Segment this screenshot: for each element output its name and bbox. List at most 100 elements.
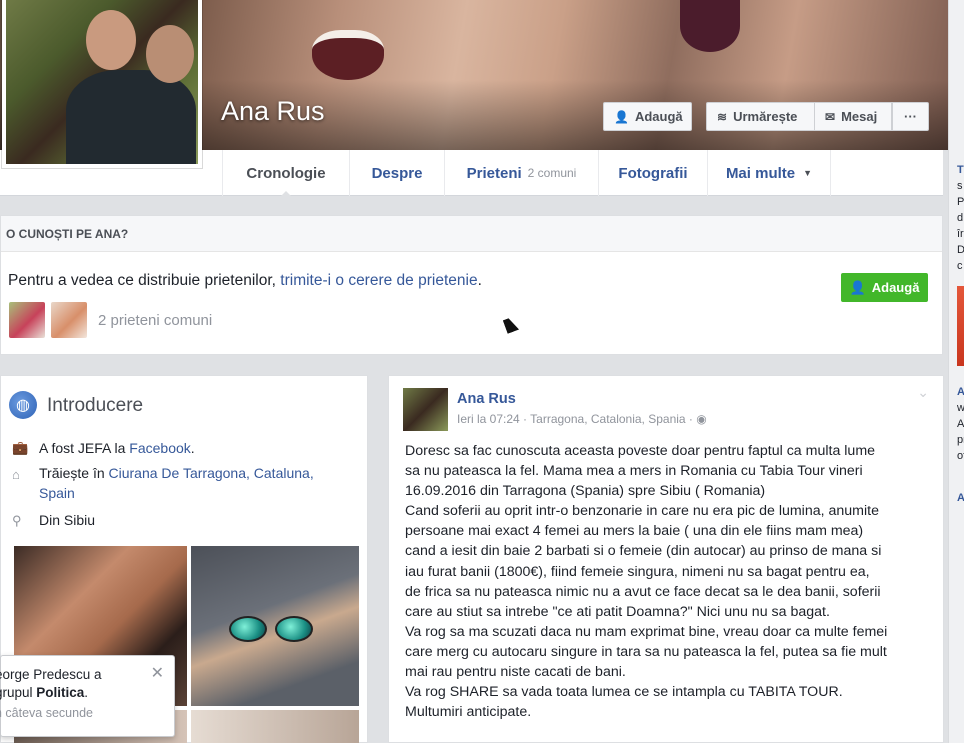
tab-label: Prieteni [466,164,522,182]
post-line: persoane mai exact 4 femei au mers la ba… [405,523,864,540]
profile-name[interactable]: Ana Rus [221,96,325,127]
profile-picture[interactable] [2,0,202,168]
sidebar-fragment: A [957,418,964,430]
post-line: mai rau pentru niste cacati de bani. [405,664,626,681]
close-icon[interactable]: ✕ [151,663,164,683]
post-line: Multumiri anticipate. [405,704,532,721]
toast-text-end: . [84,685,89,700]
mutual-friend-avatar[interactable] [9,302,45,338]
add-friend-icon: 👤 [849,279,866,295]
add-friend-label: Adaugă [634,109,683,124]
sidebar-ad-image[interactable] [957,286,964,366]
cover-photo-detail [680,0,740,52]
tab-label: Cronologie [246,164,326,182]
tab-label: Despre [371,164,423,182]
toast-line-2: grupul Politica. [0,684,174,702]
add-friend-icon: 👤 [614,109,629,124]
photo-detail [275,616,313,642]
message-icon: ✉ [825,109,836,124]
sidebar-fragment: D [957,242,964,258]
photo-detail [229,616,317,642]
know-panel-header: O CUNOȘTI PE ANA? [1,216,942,252]
cover-photo-detail [312,30,384,80]
post-line: Doresc sa fac cunoscuta aceasta poveste … [405,443,876,459]
tab-friends[interactable]: Prieteni 2 comuni [444,150,598,196]
post-line: iau furat banii (1800€), fiind femeie si… [405,563,870,580]
right-sidebar-edge: T s P d îr D c A w A pr of A [948,0,964,743]
tab-label: Fotografii [618,164,688,182]
intro-work-suffix: . [190,440,195,456]
sidebar-fragment: c [957,260,963,272]
sidebar-fragment: îr [957,228,964,240]
sidebar-fragment: d [957,212,964,224]
home-icon: ⌂ [12,467,20,482]
intro-lives-text: Trăiește în [39,465,109,481]
chevron-down-icon[interactable]: ⌄ [917,384,929,401]
globe-icon: ◉ [696,412,707,426]
photo-detail [229,616,267,642]
post-text: Doresc sa fac cunoscuta aceasta poveste … [405,441,935,722]
more-options-button[interactable]: ··· [892,102,929,131]
add-friend-green-label: Adaugă [871,280,920,295]
intro-photo[interactable] [191,710,359,743]
intro-photo[interactable] [191,546,359,706]
post-timestamp-location[interactable]: Ieri la 07:24 · Tarragona, Catalonia, Sp… [457,412,693,426]
post-line: Cand soferii au oprit intr-o benzonarie … [405,503,879,520]
notification-toast[interactable]: ✕ eorge Predescu a grupul Politica. n câ… [0,655,175,737]
profile-picture-detail [66,70,196,164]
sidebar-fragment: A [957,384,964,400]
tab-about[interactable]: Despre [349,150,444,196]
send-friend-request-link[interactable]: trimite-i o cerere de prietenie [280,272,477,289]
tab-timeline[interactable]: Cronologie [222,150,349,197]
sidebar-fragment: w [957,400,964,416]
intro-work-text: A fost JEFA la [39,440,130,456]
post-line: care merg cu autocaru singure in tara sa… [405,643,887,660]
caret-down-icon: ▼ [803,168,813,178]
toast-text: grupul [0,685,33,700]
timeline-post: Ana Rus Ieri la 07:24 · Tarragona, Catal… [388,375,944,743]
intro-work: A fost JEFA la Facebook. [39,438,329,458]
sidebar-fragment: s [957,180,963,192]
intro-lives-in: Trăiește în Ciurana De Tarragona, Catalu… [39,463,329,503]
prompt-text: Pentru a vedea ce distribuie prietenilor… [8,272,281,289]
friend-request-prompt: Pentru a vedea ce distribuie prietenilor… [8,272,482,290]
profile-picture-detail [146,25,194,83]
follow-button[interactable]: ≋ Urmărește [706,102,814,131]
post-author-avatar[interactable] [403,388,448,431]
tab-more[interactable]: Mai multe ▼ [707,150,831,196]
toast-timestamp: n câteva secunde [0,706,93,720]
intro-title: Introducere [47,395,144,416]
sidebar-fragment: T [957,164,964,176]
toast-group-name[interactable]: Politica [36,685,84,700]
post-author-name[interactable]: Ana Rus [457,391,516,407]
rss-icon: ≋ [717,109,728,124]
add-friend-button[interactable]: 👤 Adaugă [603,102,692,131]
toast-line-1: eorge Predescu a [0,667,102,682]
globe-icon: ◍ [9,391,37,419]
mutual-friends-link[interactable]: 2 prieteni comuni [98,312,212,329]
more-dots-icon: ··· [904,109,917,124]
sidebar-fragment: pr [957,434,964,446]
post-meta: Ieri la 07:24 · Tarragona, Catalonia, Sp… [457,412,707,426]
post-line: Va rog SHARE sa vada toata lumea ce se i… [405,684,843,701]
profile-picture-detail [86,10,136,70]
post-line: de frica sa nu pateasca nimic nu a avut … [405,583,881,600]
facebook-link[interactable]: Facebook [129,440,190,456]
tab-photos[interactable]: Fotografii [598,150,707,196]
location-pin-icon: ⚲ [12,513,22,528]
briefcase-icon: 💼 [12,440,29,455]
message-button[interactable]: ✉ Mesaj [814,102,892,131]
add-friend-green-button[interactable]: 👤 Adaugă [841,273,928,302]
tab-friends-count: 2 comuni [527,166,577,180]
prompt-text-end: . [477,272,482,289]
tab-label: Mai multe [725,164,796,182]
sidebar-fragment: A [957,490,964,506]
know-person-panel: O CUNOȘTI PE ANA? Pentru a vedea ce dist… [0,215,943,355]
message-label: Mesaj [841,109,878,124]
post-line: cand a iesit din baie 2 barbati si o fem… [405,543,882,560]
follow-label: Urmărește [733,109,798,124]
post-line: sa nu pateasca la fel. Mama mea a mers i… [405,463,863,480]
sidebar-fragment: of [957,450,964,462]
mutual-friend-avatar[interactable] [51,302,87,338]
post-line: care au stiut sa intrebe "ce ati patit D… [405,603,830,620]
